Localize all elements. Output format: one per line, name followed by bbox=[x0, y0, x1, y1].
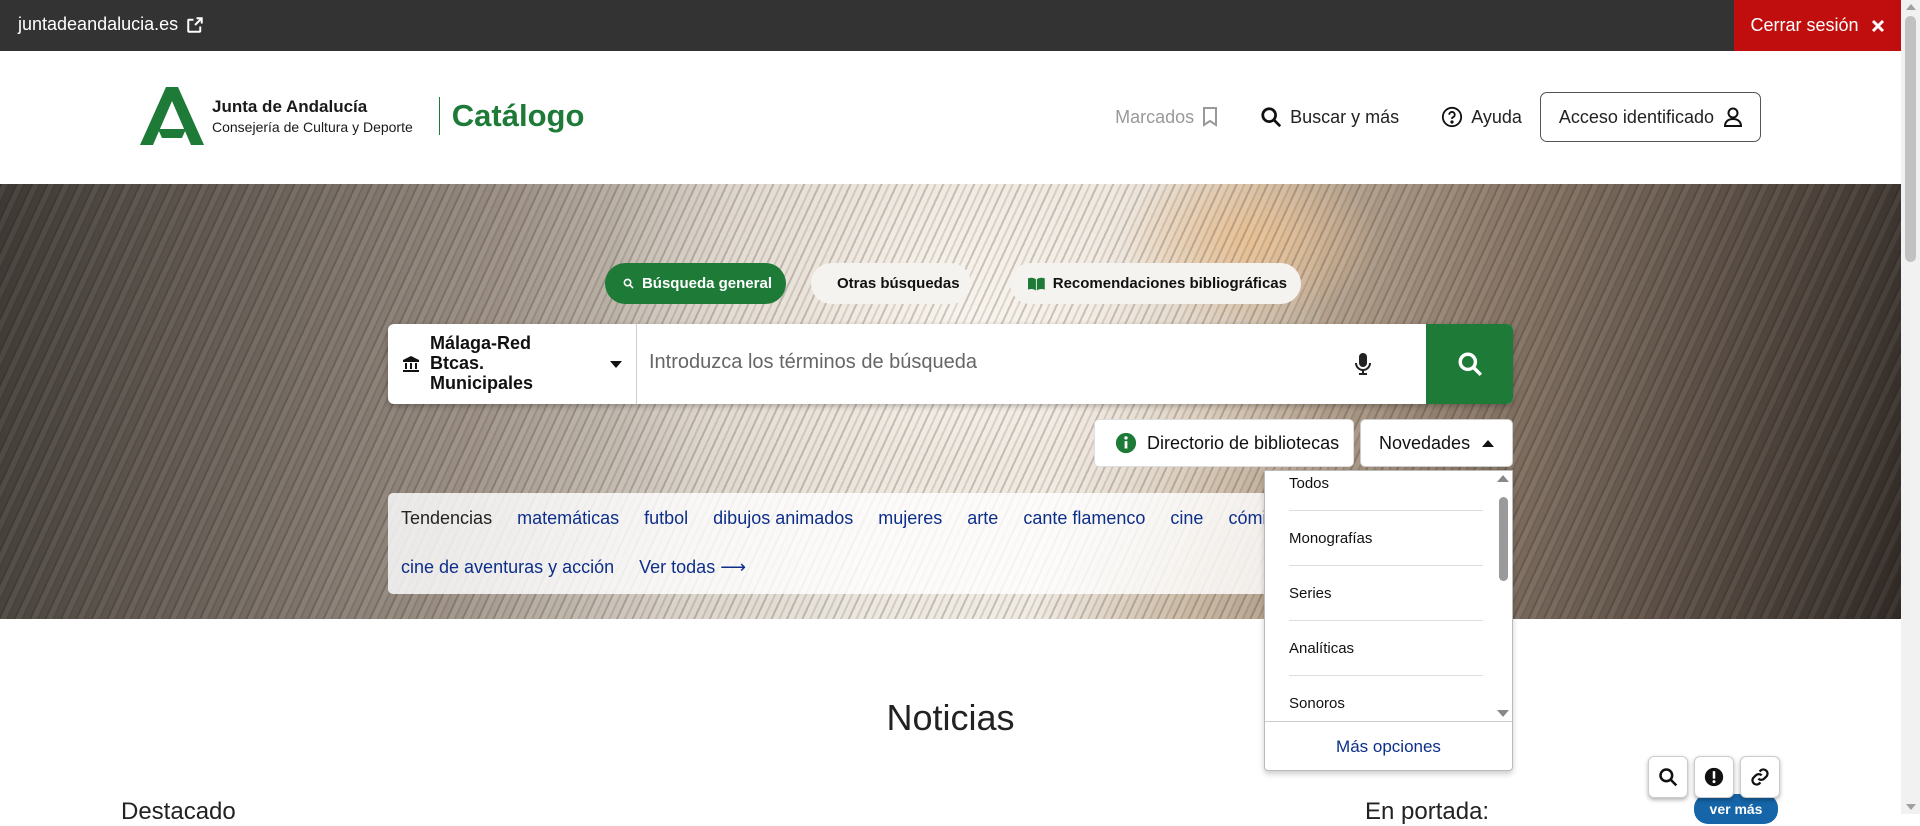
login-button[interactable]: Acceso identificado bbox=[1539, 92, 1761, 142]
dropdown-option[interactable]: Series bbox=[1289, 566, 1483, 621]
trend-tag[interactable]: cine bbox=[1170, 508, 1203, 529]
library-building-icon bbox=[403, 356, 419, 372]
dropdown-option[interactable]: Monografías bbox=[1289, 511, 1483, 566]
scroll-up-arrow[interactable] bbox=[1906, 4, 1916, 10]
tab-recommendations[interactable]: Recomendaciones bibliográficas bbox=[1010, 263, 1301, 304]
search-more-link[interactable]: Buscar y más bbox=[1260, 106, 1399, 128]
scroll-down-arrow[interactable] bbox=[1906, 804, 1916, 810]
tab-recommendations-label: Recomendaciones bibliográficas bbox=[1052, 275, 1287, 292]
search-icon bbox=[1659, 768, 1678, 787]
search-icon bbox=[1458, 352, 1482, 377]
logout-label: Cerrar sesión bbox=[1750, 15, 1859, 35]
search-input[interactable]: Introduzca los términos de búsqueda bbox=[649, 351, 977, 374]
help-link[interactable]: Ayuda bbox=[1441, 106, 1522, 128]
alert-icon bbox=[1704, 767, 1724, 787]
dropdown-option[interactable]: Todos bbox=[1289, 471, 1483, 511]
site-link[interactable]: juntadeandalucia.es bbox=[18, 14, 204, 35]
trends-row: Tendencias matemáticas futbol dibujos an… bbox=[401, 508, 1291, 529]
header-nav: Marcados Buscar y más Ayuda Acceso ident… bbox=[1073, 92, 1761, 142]
library-select-label: Málaga-Red Btcas. Municipales bbox=[430, 333, 534, 393]
novedades-options-list: Todos Monografías Series Analíticas Sono… bbox=[1265, 471, 1495, 721]
bookmark-icon bbox=[1203, 107, 1218, 127]
marked-label: Marcados bbox=[1115, 106, 1195, 127]
search-bar: Málaga-Red Btcas. Municipales Introduzca… bbox=[388, 324, 1513, 404]
catalog-title: Catálogo bbox=[451, 98, 585, 133]
see-all-trends-link[interactable]: Ver todas ⟶ bbox=[639, 557, 746, 578]
floating-toolbar bbox=[1648, 756, 1780, 798]
novedades-dropdown-button[interactable]: Novedades bbox=[1360, 419, 1513, 467]
org-name: Junta de Andalucía bbox=[212, 97, 368, 117]
user-icon bbox=[1724, 107, 1742, 127]
featured-heading: Destacado bbox=[121, 798, 236, 825]
login-label: Acceso identificado bbox=[1558, 106, 1714, 127]
front-page-heading: En portada: bbox=[1365, 798, 1490, 825]
floating-search-button[interactable] bbox=[1648, 756, 1688, 798]
tab-general-search[interactable]: Búsqueda general bbox=[605, 263, 786, 304]
search-icon bbox=[1261, 107, 1282, 128]
trend-tag[interactable]: cine de aventuras y acción bbox=[401, 557, 614, 578]
chevron-down-icon bbox=[610, 361, 622, 368]
external-link-icon bbox=[187, 16, 203, 33]
page-scrollbar[interactable] bbox=[1901, 0, 1920, 814]
site-link-label: juntadeandalucia.es bbox=[18, 14, 179, 34]
marked-link[interactable]: Marcados bbox=[1115, 107, 1218, 128]
trend-tag[interactable]: cante flamenco bbox=[1023, 508, 1145, 529]
trend-tag[interactable]: matemáticas bbox=[517, 508, 619, 529]
search-more-label: Buscar y más bbox=[1290, 106, 1400, 127]
search-submit-button[interactable] bbox=[1426, 324, 1513, 404]
chevron-up-icon bbox=[1482, 439, 1495, 447]
top-bar: juntadeandalucia.es Cerrar sesión bbox=[0, 0, 1901, 51]
library-directory-button[interactable]: Directorio de bibliotecas bbox=[1094, 419, 1354, 467]
trends-row: cine de aventuras y acción Ver todas ⟶ bbox=[401, 557, 771, 578]
scroll-up-arrow[interactable] bbox=[1497, 475, 1509, 482]
dropdown-scrollbar-thumb[interactable] bbox=[1499, 497, 1508, 581]
see-more-button[interactable]: ver más bbox=[1694, 794, 1778, 824]
trends-panel: Tendencias matemáticas futbol dibujos an… bbox=[388, 493, 1268, 594]
library-directory-label: Directorio de bibliotecas bbox=[1147, 432, 1340, 453]
trends-label: Tendencias bbox=[401, 508, 493, 528]
book-open-icon bbox=[1028, 277, 1045, 291]
floating-link-button[interactable] bbox=[1740, 756, 1780, 798]
library-select[interactable]: Málaga-Red Btcas. Municipales bbox=[388, 324, 637, 404]
tab-other-searches[interactable]: Otras búsquedas bbox=[811, 263, 971, 304]
tab-other-searches-label: Otras búsquedas bbox=[837, 275, 960, 292]
logout-button[interactable]: Cerrar sesión bbox=[1734, 0, 1901, 51]
trend-tag[interactable]: cómi bbox=[1228, 508, 1266, 529]
help-label: Ayuda bbox=[1471, 106, 1522, 127]
logo-divider bbox=[438, 97, 440, 135]
novedades-label: Novedades bbox=[1379, 432, 1471, 453]
trend-tag[interactable]: dibujos animados bbox=[713, 508, 853, 529]
close-icon bbox=[1871, 19, 1884, 32]
scrollbar-thumb[interactable] bbox=[1905, 16, 1916, 262]
tab-general-search-label: Búsqueda general bbox=[641, 275, 772, 292]
trend-tag[interactable]: arte bbox=[967, 508, 998, 529]
news-section-title: Noticias bbox=[886, 697, 1015, 738]
junta-logo-icon bbox=[140, 87, 204, 145]
help-icon bbox=[1442, 106, 1463, 128]
link-icon bbox=[1751, 768, 1769, 786]
trend-tag[interactable]: futbol bbox=[644, 508, 688, 529]
microphone-icon[interactable] bbox=[1354, 352, 1372, 381]
floating-alert-button[interactable] bbox=[1694, 756, 1734, 798]
org-department: Consejería de Cultura y Deporte bbox=[212, 118, 413, 135]
search-icon bbox=[623, 278, 634, 289]
trend-tag[interactable]: mujeres bbox=[878, 508, 942, 529]
site-header: Junta de Andalucía Consejería de Cultura… bbox=[0, 51, 1901, 184]
logo[interactable]: Junta de Andalucía Consejería de Cultura… bbox=[140, 87, 584, 145]
info-icon bbox=[1115, 432, 1137, 454]
dropdown-scrollbar[interactable] bbox=[1496, 475, 1510, 717]
dropdown-option[interactable]: Analíticas bbox=[1289, 621, 1483, 676]
